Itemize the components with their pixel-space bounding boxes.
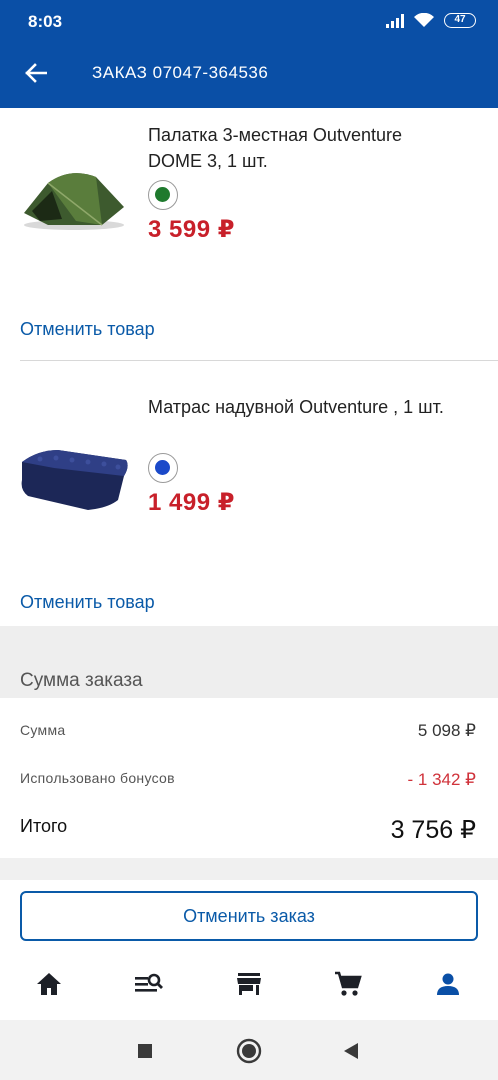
app-bar: ЗАКАЗ 07047-364536 [0,38,498,108]
back-button[interactable] [18,58,54,88]
catalog-search-icon [135,973,163,992]
cancel-item-link[interactable]: Отменить товар [20,592,155,613]
color-fill [155,187,170,202]
signal-icon [386,13,404,28]
back-system-button[interactable] [338,1038,364,1064]
nav-home[interactable] [31,968,67,1000]
status-time: 8:03 [28,12,63,31]
triangle-back-icon [344,1043,358,1059]
bottom-nav [0,950,498,1020]
square-icon [138,1044,152,1058]
tent-image [24,173,124,230]
circle-icon [236,1038,262,1064]
nav-profile[interactable] [430,968,466,1000]
recents-button[interactable] [132,1038,158,1064]
cancel-order-button[interactable]: Отменить заказ [20,891,478,941]
bonus-label: Использовано бонусов [20,770,175,786]
arrow-back-icon [25,63,47,83]
cancel-item-link[interactable]: Отменить товар [20,319,155,340]
nav-cart[interactable] [330,968,366,1000]
color-swatch[interactable] [148,180,178,210]
status-bar: 8:03 47 [0,0,498,38]
total-value: 3 756 ₽ [390,816,476,844]
mattress-image [21,450,128,510]
cart-icon [335,971,362,996]
item-price: 1 499 ₽ [148,489,235,516]
order-item: Матрас надувной Outventure , 1 шт. 1 499… [0,362,498,618]
summary-title: Сумма заказа [20,670,143,691]
divider [20,360,498,361]
bonus-value: - 1 342 ₽ [407,770,476,789]
battery-indicator: 47 [444,13,476,28]
home-system-button[interactable] [236,1038,262,1064]
item-name: Палатка 3-местная Outventure DOME 3, 1 ш… [148,125,402,171]
section-separator [0,858,498,880]
page-title: ЗАКАЗ 07047-364536 [92,63,269,82]
sum-label: Сумма [20,722,66,738]
item-name: Матрас надувной Outventure , 1 шт. [148,397,444,417]
color-swatch[interactable] [148,453,178,483]
system-nav-bar [0,1020,498,1080]
wifi-icon [414,13,434,27]
sum-value: 5 098 ₽ [417,721,476,740]
nav-stores[interactable] [231,968,267,1000]
order-item: Палатка 3-местная Outventure DOME 3, 1 ш… [0,108,498,358]
summary-section: Сумма заказа [0,626,498,698]
nav-catalog[interactable] [131,968,167,1000]
status-icons: 47 [386,13,476,28]
home-icon [37,973,61,995]
profile-icon [437,973,459,995]
color-fill [155,460,170,475]
store-icon [237,973,261,995]
item-price: 3 599 ₽ [148,216,235,243]
total-label: Итого [20,816,68,836]
